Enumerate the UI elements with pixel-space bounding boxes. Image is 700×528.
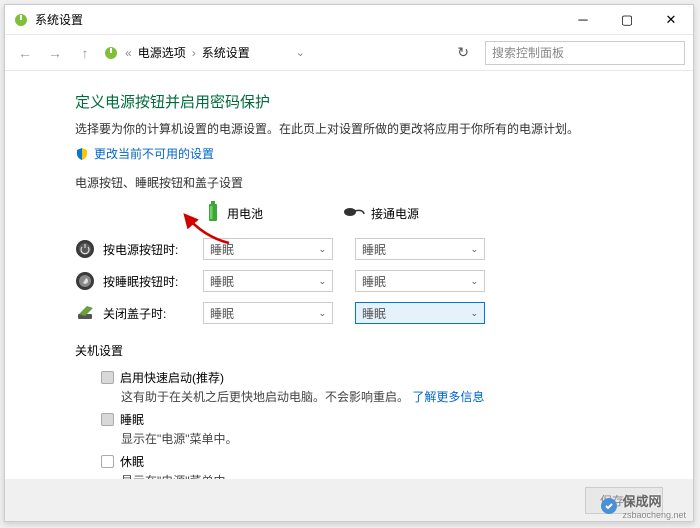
chevron-down-icon: ⌄ (318, 244, 326, 255)
window-title: 系统设置 (35, 11, 561, 28)
power-button-row: 按电源按钮时: 睡眠⌄ 睡眠⌄ (75, 238, 663, 260)
plugged-label: 接通电源 (371, 205, 419, 222)
sleep-desc: 显示在"电源"菜单中。 (121, 430, 663, 447)
sleep-button-plugged-select[interactable]: 睡眠⌄ (355, 270, 485, 292)
change-settings-row: 更改当前不可用的设置 (75, 145, 663, 162)
search-input[interactable]: 搜索控制面板 (485, 41, 685, 65)
lid-close-battery-select[interactable]: 睡眠⌄ (203, 302, 333, 324)
minimize-button[interactable]: ─ (561, 5, 605, 35)
close-button[interactable]: ✕ (649, 5, 693, 35)
power-icon (13, 12, 29, 28)
shutdown-title: 关机设置 (75, 342, 663, 359)
watermark: 保成网 zsbaocheng.net (600, 491, 686, 520)
footer: 保存修改 (5, 479, 693, 521)
chevron-down-icon: ⌄ (470, 244, 478, 255)
breadcrumb-item-1[interactable]: 电源选项 (138, 44, 186, 61)
back-button[interactable]: ← (13, 41, 37, 65)
sleep-checkbox[interactable] (101, 413, 114, 426)
maximize-button[interactable]: ▢ (605, 5, 649, 35)
power-options-icon (103, 45, 119, 61)
change-unavailable-link[interactable]: 更改当前不可用的设置 (94, 145, 214, 162)
plug-icon (343, 205, 365, 222)
chevron-down-icon: ⌄ (470, 308, 478, 319)
titlebar: 系统设置 ─ ▢ ✕ (5, 5, 693, 35)
column-headers: 用电池 接通电源 (205, 201, 663, 226)
breadcrumb[interactable]: « 电源选项 › 系统设置 ⌄ (103, 44, 441, 61)
lid-icon (75, 303, 95, 323)
navbar: ← → ↑ « 电源选项 › 系统设置 ⌄ ↻ 搜索控制面板 (5, 35, 693, 71)
fast-startup-option: 启用快速启动(推荐) 这有助于在关机之后更快地启动电脑。不会影响重启。 了解更多… (101, 369, 663, 405)
sleep-label: 睡眠 (120, 411, 144, 428)
power-button-plugged-select[interactable]: 睡眠⌄ (355, 238, 485, 260)
lid-close-label: 关闭盖子时: (103, 305, 203, 322)
sleep-button-label: 按睡眠按钮时: (103, 273, 203, 290)
learn-more-link[interactable]: 了解更多信息 (412, 390, 484, 404)
search-placeholder: 搜索控制面板 (492, 44, 564, 61)
lid-close-plugged-select[interactable]: 睡眠⌄ (355, 302, 485, 324)
breadcrumb-item-2[interactable]: 系统设置 (202, 44, 250, 61)
lid-close-row: 关闭盖子时: 睡眠⌄ 睡眠⌄ (75, 302, 663, 324)
fast-startup-checkbox[interactable] (101, 371, 114, 384)
battery-column: 用电池 (205, 201, 263, 226)
power-button-icon (75, 239, 95, 259)
sleep-option: 睡眠 显示在"电源"菜单中。 (101, 411, 663, 447)
window-controls: ─ ▢ ✕ (561, 5, 693, 35)
section-label: 电源按钮、睡眠按钮和盖子设置 (75, 174, 663, 191)
page-subtext: 选择要为你的计算机设置的电源设置。在此页上对设置所做的更改将应用于你所有的电源计… (75, 120, 663, 137)
up-button[interactable]: ↑ (73, 41, 97, 65)
fast-startup-label: 启用快速启动(推荐) (120, 369, 224, 386)
chevron-right-icon: › (192, 46, 196, 60)
watermark-sub: zsbaocheng.net (622, 510, 686, 520)
sleep-button-icon (75, 271, 95, 291)
refresh-button[interactable]: ↻ (457, 44, 469, 61)
power-button-label: 按电源按钮时: (103, 241, 203, 258)
fast-startup-desc: 这有助于在关机之后更快地启动电脑。不会影响重启。 了解更多信息 (121, 388, 663, 405)
chevron-down-icon[interactable]: ⌄ (296, 46, 305, 59)
hibernate-checkbox[interactable] (101, 455, 114, 468)
power-button-battery-select[interactable]: 睡眠⌄ (203, 238, 333, 260)
sleep-button-battery-select[interactable]: 睡眠⌄ (203, 270, 333, 292)
battery-icon (205, 201, 221, 226)
forward-button[interactable]: → (43, 41, 67, 65)
shield-icon (75, 147, 89, 161)
battery-label: 用电池 (227, 205, 263, 222)
content-area: 定义电源按钮并启用密码保护 选择要为你的计算机设置的电源设置。在此页上对设置所做… (5, 71, 693, 521)
window: 系统设置 ─ ▢ ✕ ← → ↑ « 电源选项 › 系统设置 ⌄ ↻ 搜索控制面… (4, 4, 694, 522)
chevron-down-icon: ⌄ (470, 276, 478, 287)
chevron-down-icon: ⌄ (318, 276, 326, 287)
watermark-main: 保成网 (622, 491, 686, 510)
breadcrumb-sep: « (125, 46, 132, 60)
sleep-button-row: 按睡眠按钮时: 睡眠⌄ 睡眠⌄ (75, 270, 663, 292)
chevron-down-icon: ⌄ (318, 308, 326, 319)
hibernate-label: 休眠 (120, 453, 144, 470)
plugged-column: 接通电源 (343, 205, 419, 222)
page-heading: 定义电源按钮并启用密码保护 (75, 91, 663, 112)
